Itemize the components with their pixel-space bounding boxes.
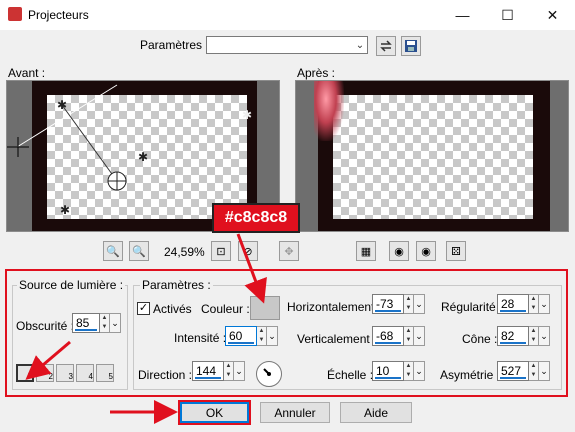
asymmetry-label: Asymétrie : bbox=[440, 368, 501, 382]
light-selector-buttons: 1 2 3 4 5 bbox=[16, 364, 114, 382]
horizontal-value: -73 bbox=[376, 297, 394, 311]
light-5-button[interactable]: 5 bbox=[96, 364, 114, 382]
light-2-button[interactable]: 2 bbox=[36, 364, 54, 382]
save-preset-icon[interactable] bbox=[401, 36, 421, 56]
color-label: Couleur : bbox=[201, 302, 250, 316]
scale-label: Échelle : bbox=[327, 368, 374, 382]
before-label: Avant : bbox=[8, 66, 46, 80]
direction-spinbox[interactable]: 144 ▲ ▼ ⌄ bbox=[192, 361, 245, 381]
light-source-group-title: Source de lumière : bbox=[17, 278, 126, 292]
cancel-button[interactable]: Annuler bbox=[260, 402, 330, 423]
regularity-spinbox[interactable]: 28 ▲ ▼ ⌄ bbox=[497, 294, 550, 314]
proof-icon[interactable]: ▦ bbox=[356, 241, 376, 261]
direction-label: Direction : bbox=[138, 368, 193, 382]
intensity-value: 60 bbox=[229, 329, 243, 343]
presets-label: Paramètres : bbox=[140, 38, 209, 52]
active-label: Activés bbox=[153, 302, 192, 316]
close-button[interactable]: ✕ bbox=[530, 0, 575, 30]
regularity-value: 28 bbox=[501, 297, 515, 311]
after-preview bbox=[295, 80, 569, 232]
transparency-checker bbox=[333, 95, 533, 219]
active-checkbox[interactable]: ✓ bbox=[137, 302, 150, 315]
light-glow bbox=[314, 81, 344, 141]
svg-text:✱: ✱ bbox=[242, 108, 252, 122]
cone-label: Cône : bbox=[462, 332, 498, 346]
light-4-button[interactable]: 4 bbox=[76, 364, 94, 382]
darkness-value: 85 bbox=[76, 316, 90, 330]
zoom-level: 24,59% bbox=[164, 245, 205, 259]
darkness-spinbox[interactable]: 85 ▲ ▼ ⌄ bbox=[72, 313, 121, 333]
light-1-button[interactable]: 1 bbox=[16, 364, 34, 382]
title-bar: Projecteurs — ☐ ✕ bbox=[0, 0, 575, 30]
eye-lock-icon[interactable]: ◉ bbox=[389, 241, 409, 261]
svg-text:✱: ✱ bbox=[138, 150, 148, 164]
intensity-label: Intensité : bbox=[174, 331, 227, 345]
asymmetry-value: 527 bbox=[501, 364, 522, 378]
zoom-in-icon[interactable]: 🔍 bbox=[129, 241, 149, 261]
chevron-down-icon: ⌄ bbox=[355, 39, 365, 51]
fit-icon[interactable]: ⊡ bbox=[211, 241, 231, 261]
horizontal-label: Horizontalement : bbox=[287, 300, 382, 314]
color-swatch[interactable] bbox=[250, 296, 280, 320]
asymmetry-spinbox[interactable]: 527 ▲ ▼ ⌄ bbox=[497, 361, 550, 381]
window-title: Projecteurs bbox=[28, 8, 89, 22]
direction-needle-icon bbox=[263, 368, 271, 376]
color-callout: #c8c8c8 bbox=[212, 203, 300, 233]
zoom-reset-icon[interactable]: ⊘ bbox=[238, 241, 258, 261]
intensity-spinbox[interactable]: 60 ▲ ▼ ⌄ bbox=[225, 326, 278, 346]
scale-spinbox[interactable]: 10 ▲ ▼ ⌄ bbox=[372, 361, 425, 381]
light-3-button[interactable]: 3 bbox=[56, 364, 74, 382]
maximize-button[interactable]: ☐ bbox=[485, 0, 530, 30]
darkness-label: Obscurité : bbox=[16, 319, 75, 333]
direction-value: 144 bbox=[196, 364, 217, 378]
vertical-value: -68 bbox=[376, 329, 394, 343]
presets-combo[interactable]: ⌄ bbox=[206, 36, 368, 54]
horizontal-spinbox[interactable]: -73 ▲ ▼ ⌄ bbox=[372, 294, 425, 314]
svg-text:✱: ✱ bbox=[60, 203, 70, 217]
pan-icon[interactable]: ✥ bbox=[279, 241, 299, 261]
direction-dial[interactable] bbox=[256, 361, 282, 387]
eye-icon[interactable]: ◉ bbox=[416, 241, 436, 261]
zoom-out-icon[interactable]: 🔍 bbox=[103, 241, 123, 261]
regularity-label: Régularité : bbox=[441, 300, 503, 314]
scale-value: 10 bbox=[376, 364, 390, 378]
reset-preset-icon[interactable] bbox=[376, 36, 396, 56]
app-icon bbox=[8, 7, 22, 21]
cone-spinbox[interactable]: 82 ▲ ▼ ⌄ bbox=[497, 326, 550, 346]
vertical-spinbox[interactable]: -68 ▲ ▼ ⌄ bbox=[372, 326, 425, 346]
minimize-button[interactable]: — bbox=[440, 0, 485, 30]
svg-text:✱: ✱ bbox=[57, 98, 67, 112]
help-button[interactable]: Aide bbox=[340, 402, 412, 423]
parameters-group-title: Paramètres : bbox=[140, 278, 213, 292]
ok-button[interactable]: OK bbox=[180, 402, 249, 423]
cone-value: 82 bbox=[501, 329, 515, 343]
randomize-dice-icon[interactable]: ⚄ bbox=[446, 241, 466, 261]
after-label: Après : bbox=[297, 66, 336, 80]
vertical-label: Verticalement : bbox=[297, 332, 377, 346]
